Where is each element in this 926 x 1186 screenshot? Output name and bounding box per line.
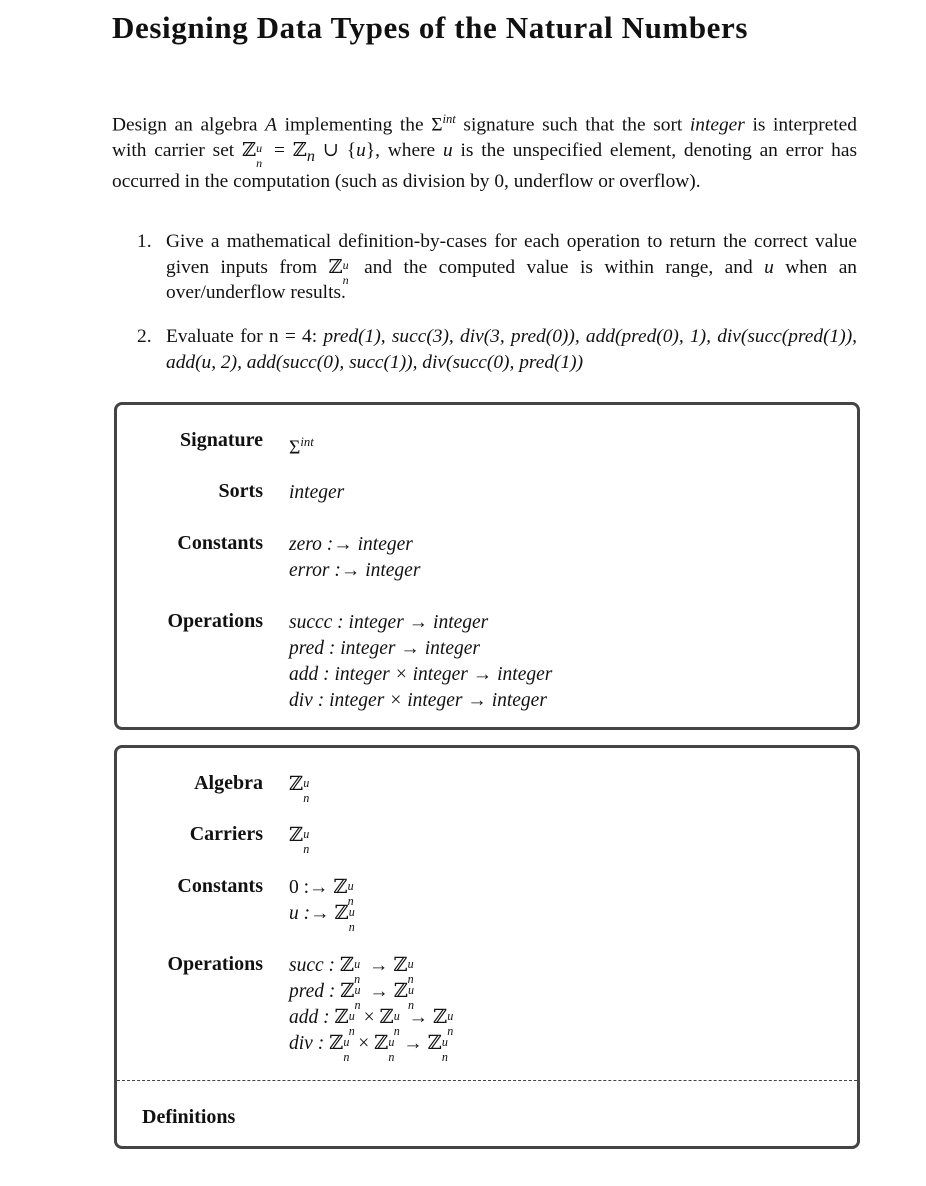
signature-row: Signature Σint (180, 429, 314, 459)
sorts-row: Sorts integer (218, 480, 345, 503)
constants-row: Constants zero :→ integer error :→ intege… (177, 532, 421, 581)
page-title: Designing Data Types of the Natural Numb… (112, 10, 749, 45)
algebra-row: Algebra ℤun (194, 772, 310, 805)
algebra-box: Algebra ℤun Carriers ℤun Constants 0 :→ … (114, 745, 860, 1149)
operations-row: Operations succ : ℤun → ℤun pred : ℤun →… (167, 953, 454, 1064)
section-divider (117, 1080, 857, 1081)
intro-paragraph: Design an algebra A implementing the Σin… (112, 112, 858, 193)
carriers-row: Carriers ℤun (189, 823, 310, 856)
task-1: 1. Give a mathematical definition-by-cas… (137, 231, 858, 303)
signature-box: Signature Σint Sorts integer Constants z… (114, 402, 860, 730)
task-2: 2. Evaluate for n = 4: pred(1), succ(3),… (137, 326, 857, 373)
definitions-label: Definitions (142, 1106, 236, 1128)
operations-row: Operations succc : integer → integer pre… (167, 610, 553, 711)
constants-row: Constants 0 :→ ℤun u :→ ℤun (177, 875, 355, 934)
